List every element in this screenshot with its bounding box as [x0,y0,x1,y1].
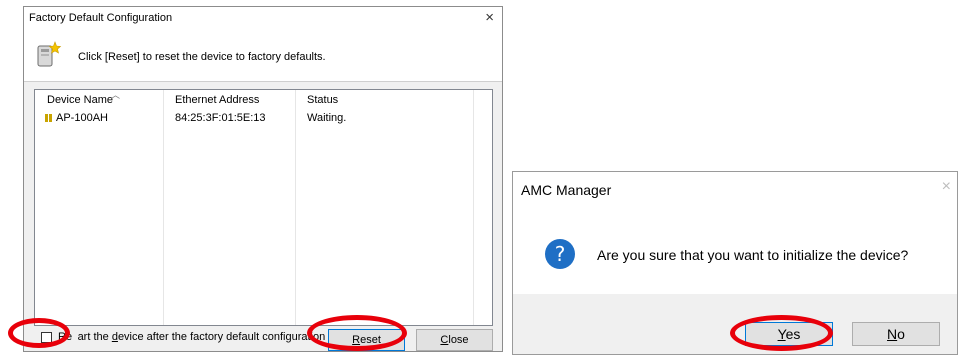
confirm-body: AMC Manager × ? Are you sure that you wa… [513,172,957,294]
restart-checkbox-highlight [8,318,70,348]
device-name-cell: AP-100AH [45,112,108,124]
column-header-device-name[interactable]: Device Name [47,94,113,106]
confirm-message: Are you sure that you want to initialize… [597,247,909,263]
device-icon [45,114,48,122]
dialog-title: Factory Default Configuration [29,12,173,24]
factory-default-dialog: Factory Default Configuration × Click [R… [23,6,503,352]
column-divider[interactable] [473,90,474,325]
reset-button-highlight [307,315,407,351]
question-icon: ? [545,239,575,269]
close-icon[interactable]: × [485,9,494,27]
status-cell: Waiting. [307,112,347,124]
instruction-text: Click [Reset] to reset the device to fac… [78,51,326,63]
yes-button-highlight [730,315,833,351]
ethernet-address-cell: 84:25:3F:01:5E:13 [175,112,266,124]
column-divider[interactable] [163,90,164,325]
column-header-status[interactable]: Status [307,94,338,106]
device-icon [49,114,52,122]
device-list[interactable]: Device Name ︿ Ethernet Address Status AP… [34,89,493,326]
device-reset-icon [37,41,62,67]
column-header-ethernet-address[interactable]: Ethernet Address [175,94,259,106]
title-bar: Factory Default Configuration × [24,7,502,31]
confirm-dialog-title: AMC Manager [521,182,612,198]
column-divider[interactable] [295,90,296,325]
no-button[interactable]: No [852,322,940,346]
close-button[interactable]: Close [416,329,493,351]
device-name-text: AP-100AH [56,112,108,124]
instruction-header: Click [Reset] to reset the device to fac… [24,31,502,82]
close-icon[interactable]: × [942,178,951,196]
sort-ascending-icon: ︿ [111,90,121,100]
restart-checkbox-label[interactable]: Resart the device after the factory defa… [58,331,325,343]
